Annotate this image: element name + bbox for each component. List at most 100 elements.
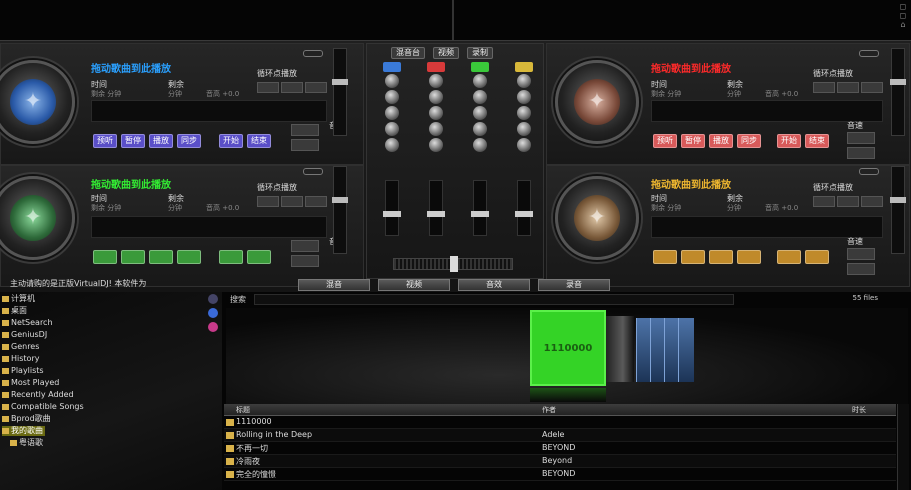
pause-button[interactable]: 暂停 <box>121 134 145 148</box>
pitch-slider[interactable] <box>332 48 348 136</box>
filter-knob[interactable] <box>429 138 443 152</box>
gain-knob[interactable] <box>385 74 399 88</box>
tab-video[interactable]: 视频 <box>433 47 459 59</box>
volume-fader-2[interactable] <box>427 180 445 236</box>
song-row[interactable]: 1110000 <box>224 416 896 429</box>
tree-item-bprod[interactable]: Bprod歌曲 <box>2 414 51 424</box>
loop-out-button[interactable]: 结束 <box>247 134 271 148</box>
gain-knob[interactable] <box>473 74 487 88</box>
tab-effects[interactable]: 音效 <box>458 279 530 291</box>
pitch-button-2[interactable] <box>291 255 319 267</box>
play-button[interactable]: 播放 <box>709 134 733 148</box>
filter-knob[interactable] <box>385 138 399 152</box>
add-folder-icon[interactable] <box>208 294 218 304</box>
turntable-platter[interactable]: ✦ <box>555 60 639 144</box>
high-eq-knob[interactable] <box>517 90 531 104</box>
cue-button[interactable] <box>93 250 117 264</box>
channel-badge[interactable] <box>471 62 489 72</box>
window-controls[interactable]: ◻ ◻ ⌂ <box>897 2 909 29</box>
sync-button[interactable]: 同步 <box>177 134 201 148</box>
play-button[interactable] <box>709 250 733 264</box>
deck-toggle[interactable] <box>303 50 323 57</box>
loop-buttons[interactable] <box>257 82 327 93</box>
pitch-slider[interactable] <box>890 166 906 254</box>
loop-buttons[interactable] <box>257 196 327 207</box>
loop-out-button[interactable]: 结束 <box>805 134 829 148</box>
album-cover-main[interactable]: 1110000 <box>530 310 606 386</box>
waveform-display[interactable] <box>651 216 883 238</box>
deck-toggle[interactable] <box>859 168 879 175</box>
song-row[interactable]: Rolling in the Deep Adele <box>224 429 896 442</box>
song-row[interactable]: 不再一切 BEYOND <box>224 442 896 455</box>
sync-button[interactable] <box>737 250 761 264</box>
mid-eq-knob[interactable] <box>429 106 443 120</box>
channel-badge[interactable] <box>427 62 445 72</box>
search-input[interactable] <box>254 294 734 305</box>
high-eq-knob[interactable] <box>473 90 487 104</box>
cue-button[interactable]: 预听 <box>653 134 677 148</box>
loop-in-button[interactable]: 开始 <box>777 134 801 148</box>
tab-record[interactable]: 录制 <box>467 47 493 59</box>
waveform-display[interactable] <box>651 100 883 122</box>
tree-item-desktop[interactable]: 桌面 <box>2 306 27 316</box>
tab-recording[interactable]: 录音 <box>538 279 610 291</box>
column-artist[interactable]: 作者 <box>542 405 556 415</box>
low-eq-knob[interactable] <box>517 122 531 136</box>
loop-in-button[interactable]: 开始 <box>219 134 243 148</box>
mid-eq-knob[interactable] <box>385 106 399 120</box>
waveform-display[interactable] <box>91 100 327 122</box>
cover-flow[interactable]: 1110000 <box>226 308 908 404</box>
high-eq-knob[interactable] <box>385 90 399 104</box>
turntable-platter[interactable]: ✦ <box>0 176 75 260</box>
low-eq-knob[interactable] <box>429 122 443 136</box>
column-title[interactable]: 标题 <box>236 405 250 415</box>
play-button[interactable]: 播放 <box>149 134 173 148</box>
waveform-display[interactable] <box>91 216 327 238</box>
pitch-button-2[interactable] <box>291 139 319 151</box>
loop-buttons[interactable] <box>813 82 883 93</box>
tab-mixer[interactable]: 混音台 <box>391 47 425 59</box>
favorite-icon[interactable] <box>208 322 218 332</box>
tab-mix[interactable]: 混音 <box>298 279 370 291</box>
loop-out-button[interactable] <box>247 250 271 264</box>
volume-fader-4[interactable] <box>515 180 533 236</box>
refresh-icon[interactable] <box>208 308 218 318</box>
pitch-button-2[interactable] <box>847 263 875 275</box>
tree-item-compatible-songs[interactable]: Compatible Songs <box>2 402 84 412</box>
tab-video-panel[interactable]: 视频 <box>378 279 450 291</box>
high-eq-knob[interactable] <box>429 90 443 104</box>
sync-button[interactable] <box>177 250 201 264</box>
pitch-slider[interactable] <box>890 48 906 136</box>
turntable-platter[interactable]: ✦ <box>0 60 75 144</box>
volume-fader-3[interactable] <box>471 180 489 236</box>
tree-item-netsearch[interactable]: NetSearch <box>2 318 53 328</box>
low-eq-knob[interactable] <box>473 122 487 136</box>
pitch-button-1[interactable] <box>847 132 875 144</box>
song-row[interactable]: 完全的憧憬 BEYOND <box>224 468 896 481</box>
cue-button[interactable] <box>653 250 677 264</box>
turntable-platter[interactable]: ✦ <box>555 176 639 260</box>
cue-button[interactable]: 预听 <box>93 134 117 148</box>
play-button[interactable] <box>149 250 173 264</box>
tree-item-playlists[interactable]: Playlists <box>2 366 44 376</box>
tree-item-geniusdj[interactable]: GeniusDJ <box>2 330 47 340</box>
pause-button[interactable]: 暂停 <box>681 134 705 148</box>
pause-button[interactable] <box>681 250 705 264</box>
tree-item-history[interactable]: History <box>2 354 39 364</box>
album-cover-side[interactable] <box>678 318 694 382</box>
gain-knob[interactable] <box>429 74 443 88</box>
loop-out-button[interactable] <box>805 250 829 264</box>
mid-eq-knob[interactable] <box>473 106 487 120</box>
crossfader[interactable] <box>393 256 513 272</box>
sync-button[interactable]: 同步 <box>737 134 761 148</box>
song-list-scrollbar[interactable] <box>897 404 909 490</box>
filter-knob[interactable] <box>517 138 531 152</box>
loop-in-button[interactable] <box>777 250 801 264</box>
deck-toggle[interactable] <box>859 50 879 57</box>
song-row[interactable]: 冷雨夜 Beyond <box>224 455 896 468</box>
tree-item-computer[interactable]: 计算机 <box>2 294 35 304</box>
channel-badge[interactable] <box>515 62 533 72</box>
pitch-button-1[interactable] <box>847 248 875 260</box>
pause-button[interactable] <box>121 250 145 264</box>
loop-buttons[interactable] <box>813 196 883 207</box>
